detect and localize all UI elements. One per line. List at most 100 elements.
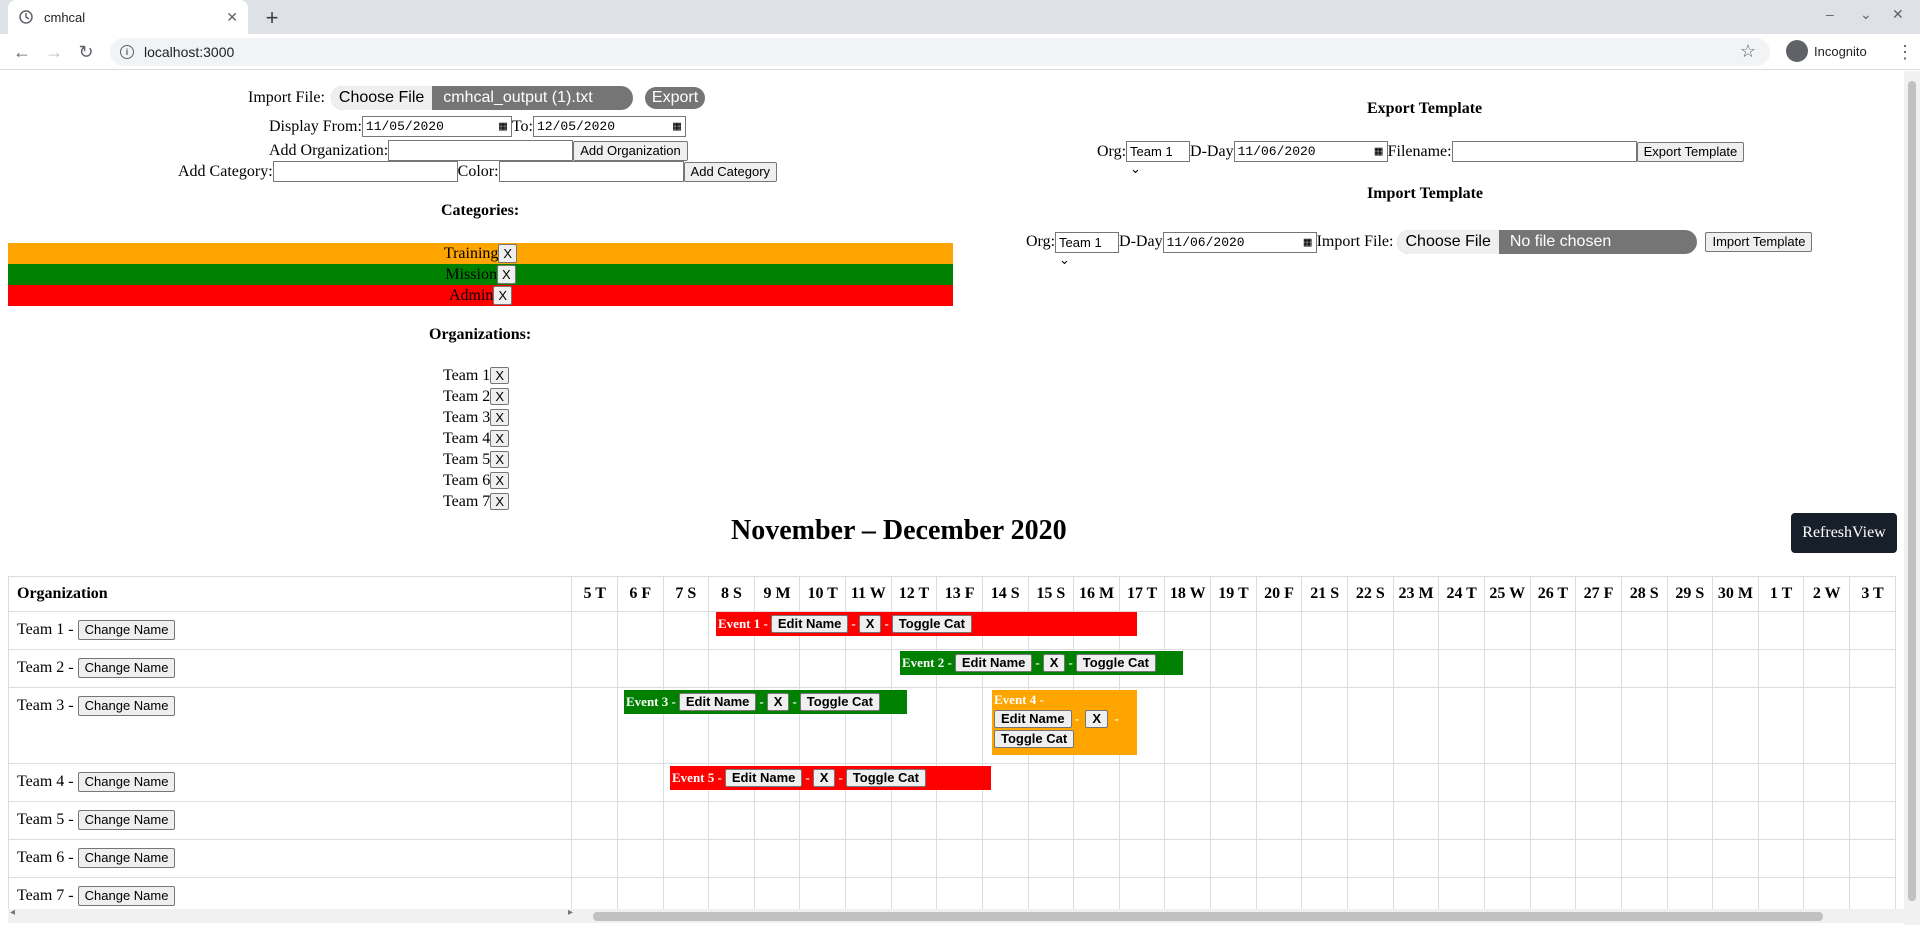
day-cell[interactable]: [1803, 649, 1851, 688]
info-icon[interactable]: i: [120, 45, 134, 59]
day-cell[interactable]: [1575, 763, 1622, 802]
minimize-icon[interactable]: –: [1826, 6, 1834, 22]
day-cell[interactable]: [708, 801, 755, 840]
day-cell[interactable]: [1164, 763, 1212, 802]
day-cell[interactable]: [1255, 687, 1303, 764]
browser-tab[interactable]: cmhcal ✕: [8, 0, 248, 34]
add-category-input[interactable]: [272, 161, 458, 182]
add-category-button[interactable]: Add Category: [683, 161, 778, 182]
import-org-select[interactable]: Team 1 ⌄: [1055, 231, 1120, 267]
edit-name-button[interactable]: Edit Name: [994, 710, 1072, 728]
day-cell[interactable]: [1210, 687, 1257, 764]
day-cell[interactable]: [571, 763, 618, 802]
day-cell[interactable]: [617, 649, 664, 688]
day-cell[interactable]: [1483, 611, 1531, 650]
day-cell[interactable]: [708, 877, 755, 911]
day-cell[interactable]: [1620, 763, 1668, 802]
day-cell[interactable]: [1255, 611, 1303, 650]
delete-event-button[interactable]: X: [766, 693, 790, 711]
day-cell[interactable]: [617, 611, 664, 650]
chevron-down-icon[interactable]: ⌄: [1860, 6, 1872, 23]
export-dday-input[interactable]: 11/06/2020 ▦: [1233, 141, 1388, 162]
day-cell[interactable]: [1529, 839, 1577, 878]
reload-icon[interactable]: ↻: [74, 40, 98, 64]
day-cell[interactable]: [890, 801, 938, 840]
day-cell[interactable]: [1483, 801, 1531, 840]
day-cell[interactable]: [617, 877, 664, 911]
horizontal-scrollbar-left[interactable]: ◂ ▸: [8, 907, 575, 923]
choose-file-button[interactable]: Choose File: [1397, 230, 1500, 254]
day-cell[interactable]: [1438, 839, 1485, 878]
day-cell[interactable]: [1803, 611, 1851, 650]
day-cell[interactable]: [1666, 801, 1714, 840]
event-bar[interactable]: Event 1 - Edit Name - X - Toggle Cat: [716, 612, 1137, 636]
day-cell[interactable]: [890, 877, 938, 911]
color-input[interactable]: [498, 161, 684, 182]
day-cell[interactable]: [1438, 877, 1485, 911]
filename-input[interactable]: [1451, 141, 1637, 162]
remove-category-button[interactable]: X: [493, 286, 513, 305]
day-cell[interactable]: [1347, 801, 1394, 840]
window-close-icon[interactable]: ✕: [1892, 6, 1904, 23]
day-cell[interactable]: [1757, 763, 1805, 802]
day-cell[interactable]: [571, 801, 618, 840]
edit-name-button[interactable]: Edit Name: [678, 693, 757, 711]
day-cell[interactable]: [1438, 801, 1485, 840]
day-cell[interactable]: [1666, 763, 1714, 802]
day-cell[interactable]: [1301, 801, 1349, 840]
add-organization-input[interactable]: [388, 140, 574, 161]
day-cell[interactable]: [1666, 877, 1714, 911]
day-cell[interactable]: [1438, 687, 1485, 764]
day-cell[interactable]: [1757, 611, 1805, 650]
edit-name-button[interactable]: Edit Name: [954, 654, 1033, 672]
day-cell[interactable]: [1210, 649, 1257, 688]
import-dday-input[interactable]: 11/06/2020 ▦: [1162, 231, 1317, 253]
day-cell[interactable]: [708, 649, 755, 688]
day-cell[interactable]: [1073, 877, 1120, 911]
day-cell[interactable]: [1073, 801, 1120, 840]
day-cell[interactable]: [844, 877, 892, 911]
import-template-file-input[interactable]: Choose File No file chosen: [1397, 230, 1698, 254]
day-cell[interactable]: [799, 649, 846, 688]
day-cell[interactable]: [844, 649, 892, 688]
day-cell[interactable]: [1666, 611, 1714, 650]
day-cell[interactable]: [1301, 763, 1349, 802]
horizontal-scrollbar[interactable]: [575, 909, 1904, 923]
day-cell[interactable]: [1803, 839, 1851, 878]
day-cell[interactable]: [1666, 839, 1714, 878]
day-cell[interactable]: [1529, 801, 1577, 840]
remove-organization-button[interactable]: X: [490, 451, 509, 468]
delete-event-button[interactable]: X: [858, 615, 882, 633]
day-cell[interactable]: [1803, 763, 1851, 802]
day-cell[interactable]: [1301, 649, 1349, 688]
delete-event-button[interactable]: X: [812, 769, 836, 787]
import-template-button[interactable]: Import Template: [1705, 232, 1813, 252]
delete-event-button[interactable]: X: [1085, 710, 1109, 728]
day-cell[interactable]: [981, 801, 1029, 840]
day-cell[interactable]: [1210, 611, 1257, 650]
day-cell[interactable]: [753, 877, 801, 911]
day-cell[interactable]: [1255, 649, 1303, 688]
day-cell[interactable]: [1620, 877, 1668, 911]
day-cell[interactable]: [1118, 801, 1166, 840]
remove-category-button[interactable]: X: [498, 244, 518, 263]
day-cell[interactable]: [1347, 877, 1394, 911]
toggle-category-button[interactable]: Toggle Cat: [845, 769, 926, 787]
day-cell[interactable]: [1712, 763, 1759, 802]
day-cell[interactable]: [1483, 877, 1531, 911]
day-cell[interactable]: [571, 839, 618, 878]
day-cell[interactable]: [1849, 611, 1896, 650]
day-cell[interactable]: [1712, 877, 1759, 911]
new-tab-icon[interactable]: +: [258, 4, 286, 32]
day-cell[interactable]: [981, 839, 1029, 878]
star-icon[interactable]: ☆: [1740, 41, 1756, 62]
event-bar[interactable]: Event 4 - Edit Name - X - Toggle Cat: [992, 690, 1137, 755]
day-cell[interactable]: [1483, 763, 1531, 802]
calendar-icon[interactable]: ▦: [499, 118, 507, 135]
day-cell[interactable]: [662, 611, 710, 650]
day-cell[interactable]: [1712, 839, 1759, 878]
change-name-button[interactable]: Change Name: [77, 886, 176, 906]
export-button[interactable]: Export: [644, 87, 706, 109]
remove-organization-button[interactable]: X: [490, 472, 509, 489]
day-cell[interactable]: [799, 839, 846, 878]
